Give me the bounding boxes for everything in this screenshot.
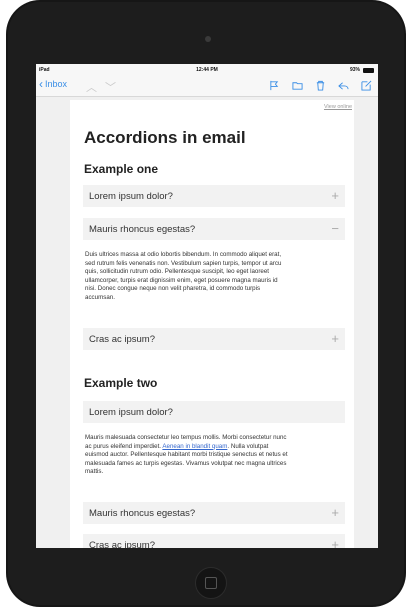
panel-line: accumsan. xyxy=(85,293,115,301)
panel-line: mattis. xyxy=(85,468,104,475)
battery-icon xyxy=(363,68,374,73)
accordion-label: Lorem ipsum dolor? xyxy=(89,407,173,418)
back-to-inbox-button[interactable]: ‹ Inbox xyxy=(39,77,68,91)
plus-icon: + xyxy=(331,188,339,203)
accordion-item[interactable]: Cras ac ipsum? + xyxy=(83,534,345,548)
compose-icon[interactable] xyxy=(361,80,372,91)
front-camera xyxy=(205,36,211,42)
inline-link[interactable]: Aenean in blandit quam xyxy=(162,443,227,450)
flag-icon[interactable] xyxy=(269,80,280,91)
reply-icon[interactable] xyxy=(338,80,349,91)
panel-line: euismod auctor. Pellentesque habitant mo… xyxy=(85,451,288,458)
chevron-left-icon: ‹ xyxy=(39,77,43,91)
status-bar: iPad 12:44 PM 93% xyxy=(36,64,378,76)
screen: iPad 12:44 PM 93% ‹ Inbox ︿﹀ View online xyxy=(36,64,378,548)
panel-line: ullamcorper, turpis erat dignissim enim,… xyxy=(85,276,278,284)
panel-line: ac purus eleifend imperdiet. Aenean in b… xyxy=(85,443,347,452)
panel-line: malesuada fames ac turpis egestas. Vivam… xyxy=(85,459,287,467)
back-label: Inbox xyxy=(45,79,68,89)
accordion-item[interactable]: Mauris rhoncus egestas? + xyxy=(83,502,345,524)
accordion-label: Cras ac ipsum? xyxy=(89,334,155,345)
panel-line: sed rutrum felis venenatis non. Vestibul… xyxy=(85,259,282,267)
accordion-item[interactable]: Lorem ipsum dolor? + xyxy=(83,185,345,207)
message-nav: ︿﹀ xyxy=(86,79,124,95)
action-icons xyxy=(269,80,372,91)
email-body: View online Accordions in email Example … xyxy=(70,100,354,548)
plus-icon: + xyxy=(331,505,339,520)
accordion-item[interactable]: Mauris rhoncus egestas? − xyxy=(83,218,345,240)
accordion-label: Lorem ipsum dolor? xyxy=(89,191,173,202)
chevron-up-icon[interactable]: ︿ xyxy=(86,82,105,94)
panel-text: ac purus eleifend imperdiet. xyxy=(85,442,163,450)
trash-icon[interactable] xyxy=(315,80,326,91)
panel-line: Mauris malesuada consectetur leo tempus … xyxy=(85,434,287,441)
clock: 12:44 PM xyxy=(196,67,218,73)
plus-icon: + xyxy=(331,331,339,346)
view-online-link[interactable]: View online xyxy=(324,104,352,110)
mail-toolbar: ‹ Inbox ︿﹀ xyxy=(36,76,378,97)
accordion-panel: Duis ultrices massa at odio lobortis bib… xyxy=(85,251,347,302)
section-heading-two: Example two xyxy=(84,376,158,390)
accordion-label: Mauris rhoncus egestas? xyxy=(89,224,196,235)
folder-icon[interactable] xyxy=(292,80,303,91)
panel-text: . Nulla volutpat xyxy=(227,442,269,450)
accordion-label: Mauris rhoncus egestas? xyxy=(89,508,196,519)
minus-icon: − xyxy=(331,221,339,236)
accordion-item[interactable]: Lorem ipsum dolor? xyxy=(83,401,345,423)
battery-percent: 93% xyxy=(349,67,360,73)
panel-line: Duis ultrices massa at odio lobortis bib… xyxy=(85,251,282,258)
plus-icon: + xyxy=(331,537,339,548)
ipad-device: iPad 12:44 PM 93% ‹ Inbox ︿﹀ View online xyxy=(6,0,406,607)
panel-line: nisi. Donec congue neque non velit phare… xyxy=(85,285,261,292)
accordion-label: Cras ac ipsum? xyxy=(89,540,155,548)
email-title: Accordions in email xyxy=(84,128,246,147)
accordion-item[interactable]: Cras ac ipsum? + xyxy=(83,328,345,350)
accordion-panel: Mauris malesuada consectetur leo tempus … xyxy=(85,434,347,477)
chevron-down-icon[interactable]: ﹀ xyxy=(105,82,124,94)
section-heading-one: Example one xyxy=(84,162,159,176)
home-button[interactable] xyxy=(195,567,227,599)
panel-line: quis, sollicitudin rutrum odio. Pellente… xyxy=(85,268,270,275)
